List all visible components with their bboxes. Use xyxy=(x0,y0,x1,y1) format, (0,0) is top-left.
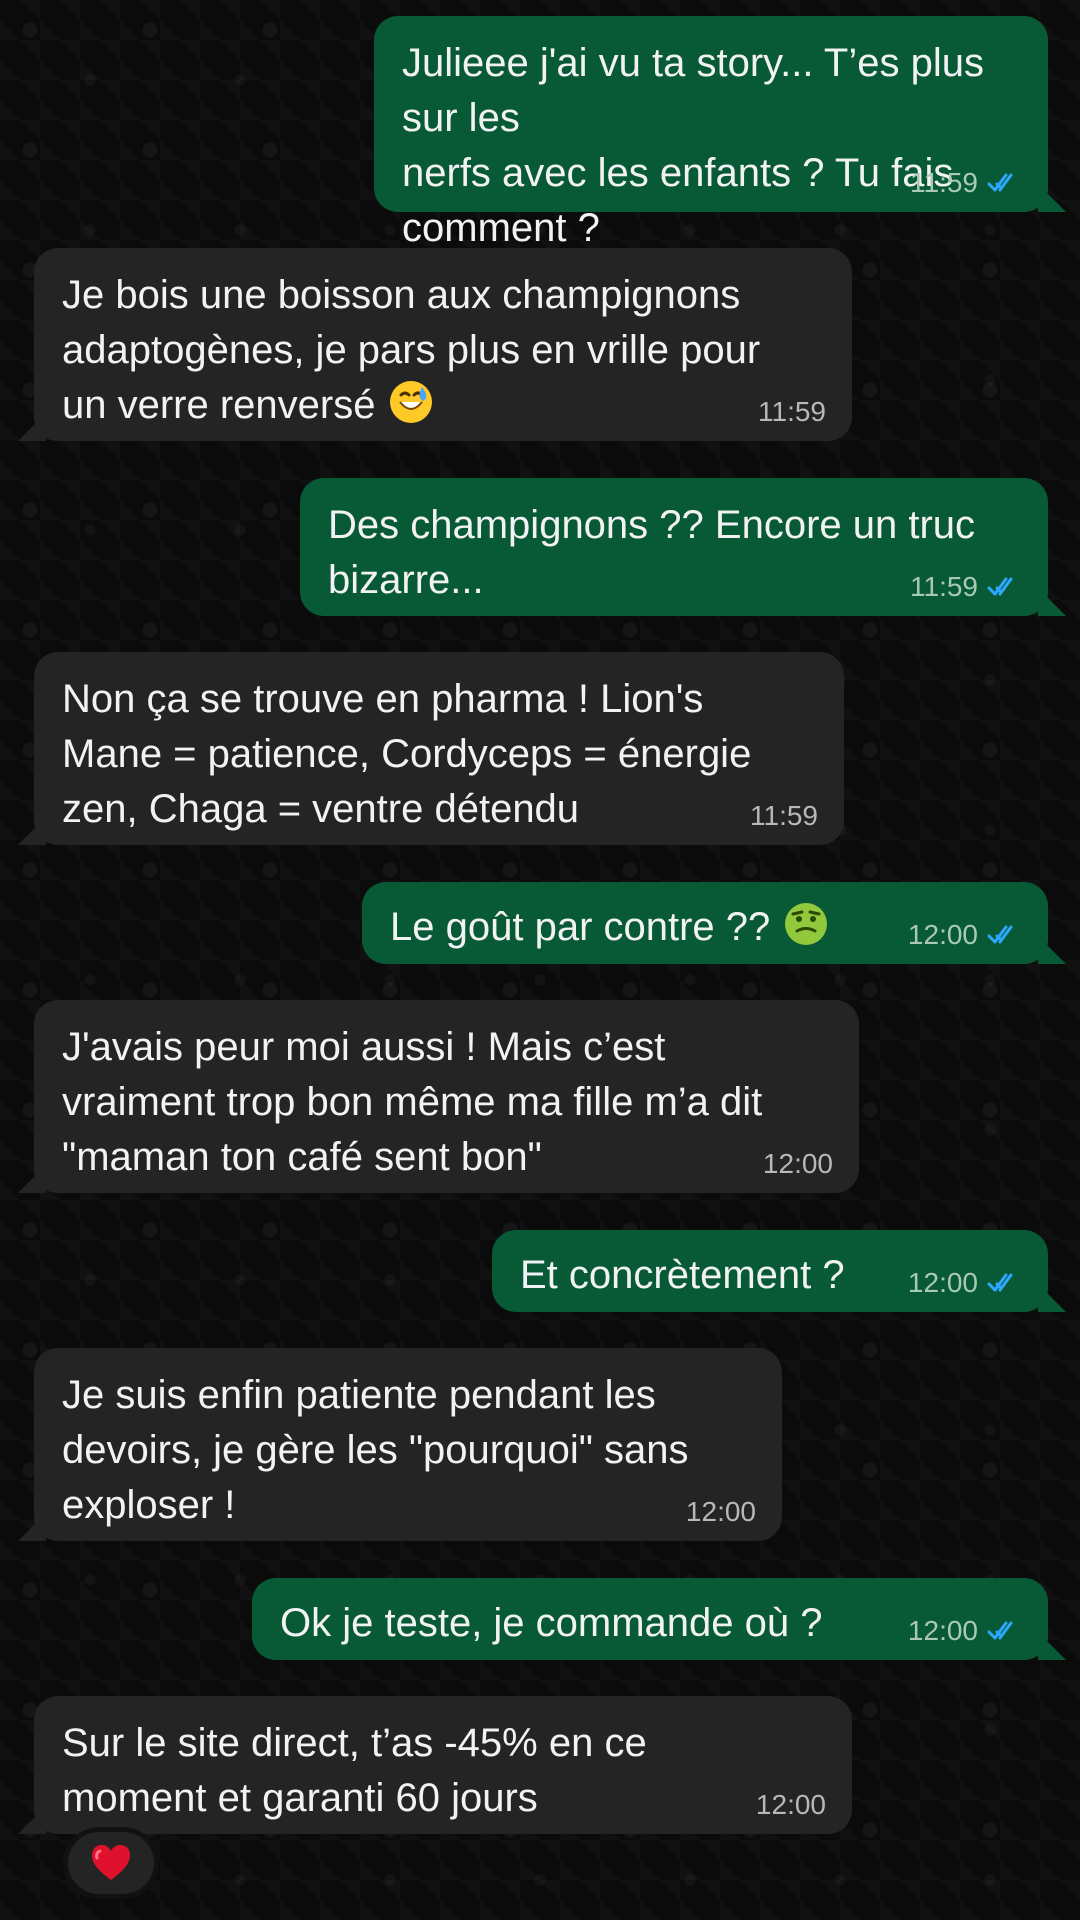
received-message-3[interactable]: J'avais peur moi aussi ! Mais c’est vrai… xyxy=(34,1000,859,1193)
message-text: J'avais peur moi aussi ! Mais c’est vrai… xyxy=(62,1025,763,1179)
sent-message-1[interactable]: Julieee j'ai vu ta story... T’es plus su… xyxy=(374,16,1048,250)
message-meta: 12:00 xyxy=(908,920,1022,950)
message-meta: 11:59 xyxy=(910,572,1022,602)
nauseated-face-icon xyxy=(785,903,828,945)
heart-reaction[interactable] xyxy=(68,1832,154,1894)
message-text: Non ça se trouve en pharma ! Lion's Mane… xyxy=(62,677,752,831)
grinning-sweat-emoji-icon xyxy=(390,381,433,423)
message-body: Le goût par contre ?? xyxy=(390,905,771,949)
message-meta: 12:00 xyxy=(686,1497,756,1527)
message-text: Julieee j'ai vu ta story... T’es plus su… xyxy=(402,41,984,250)
message-meta: 11:59 xyxy=(910,168,1022,198)
message-time: 12:00 xyxy=(907,919,978,950)
message-time: 11:59 xyxy=(910,571,978,602)
double-check-icon xyxy=(987,577,1013,596)
message-text: Je bois une boisson aux champignons adap… xyxy=(62,268,824,433)
message-time: 11:59 xyxy=(758,396,826,427)
message-time: 12:00 xyxy=(907,1615,978,1646)
message-meta: 11:59 xyxy=(758,397,826,427)
double-check-icon xyxy=(987,1621,1013,1640)
heart-icon xyxy=(92,1845,130,1880)
message-meta: 11:59 xyxy=(750,801,818,831)
message-time: 11:59 xyxy=(750,800,818,831)
message-meta: 12:00 xyxy=(908,1268,1022,1298)
conversation-thread: Julieee j'ai vu ta story... T’es plus su… xyxy=(0,0,1080,1920)
sent-message-2[interactable]: Des champignons ?? Encore un truc bizarr… xyxy=(300,478,1048,616)
message-time: 12:00 xyxy=(755,1789,826,1820)
received-message-2[interactable]: Non ça se trouve en pharma ! Lion's Mane… xyxy=(34,652,844,845)
sent-message-5[interactable]: Ok je teste, je commande où ? 12:00 xyxy=(252,1578,1048,1660)
message-meta: 12:00 xyxy=(908,1616,1022,1646)
received-message-1[interactable]: Je bois une boisson aux champignons adap… xyxy=(34,248,852,441)
sent-message-3[interactable]: Le goût par contre ?? 12:00 xyxy=(362,882,1048,964)
sent-message-4[interactable]: Et concrètement ? 12:00 xyxy=(492,1230,1048,1312)
message-time: 11:59 xyxy=(910,167,978,198)
message-meta: 12:00 xyxy=(763,1149,833,1179)
message-time: 12:00 xyxy=(762,1148,833,1179)
received-message-5[interactable]: Sur le site direct, t’as -45% en ce mome… xyxy=(34,1696,852,1834)
message-time: 12:00 xyxy=(685,1496,756,1527)
double-check-icon xyxy=(987,925,1013,944)
double-check-icon xyxy=(987,173,1013,192)
received-message-4[interactable]: Je suis enfin patiente pendant les devoi… xyxy=(34,1348,782,1541)
message-text: Sur le site direct, t’as -45% en ce mome… xyxy=(62,1721,647,1820)
message-meta: 12:00 xyxy=(756,1790,826,1820)
message-text: Je suis enfin patiente pendant les devoi… xyxy=(62,1373,689,1527)
double-check-icon xyxy=(987,1273,1013,1292)
message-time: 12:00 xyxy=(907,1267,978,1298)
